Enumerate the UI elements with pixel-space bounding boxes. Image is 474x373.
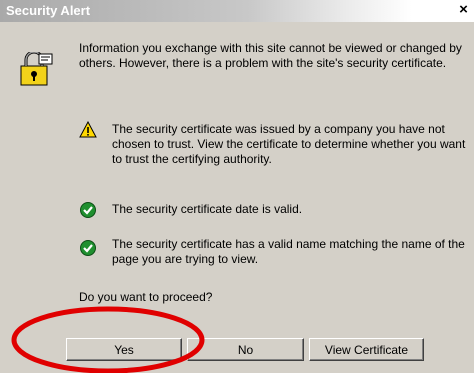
check-icon: [80, 202, 96, 218]
check-icon: [80, 240, 96, 256]
certificate-name-valid: The security certificate has a valid nam…: [112, 237, 465, 266]
warning-icon: [79, 121, 97, 138]
yes-button[interactable]: Yes: [66, 338, 182, 361]
close-button[interactable]: ×: [455, 2, 472, 19]
view-certificate-button[interactable]: View Certificate: [309, 338, 424, 361]
no-button[interactable]: No: [187, 338, 304, 361]
padlock-icon: [20, 52, 53, 86]
intro-text: Information you exchange with this site …: [79, 41, 462, 70]
window-title: Security Alert: [6, 3, 91, 18]
security-alert-dialog: Security Alert × Information you exchang…: [0, 0, 474, 373]
certificate-trust-warning: The security certificate was issued by a…: [112, 122, 466, 166]
certificate-date-valid: The security certificate date is valid.: [112, 202, 303, 216]
title-bar: Security Alert ×: [0, 0, 474, 22]
proceed-question: Do you want to proceed?: [79, 290, 213, 304]
dialog-body: Information you exchange with this site …: [0, 22, 474, 373]
